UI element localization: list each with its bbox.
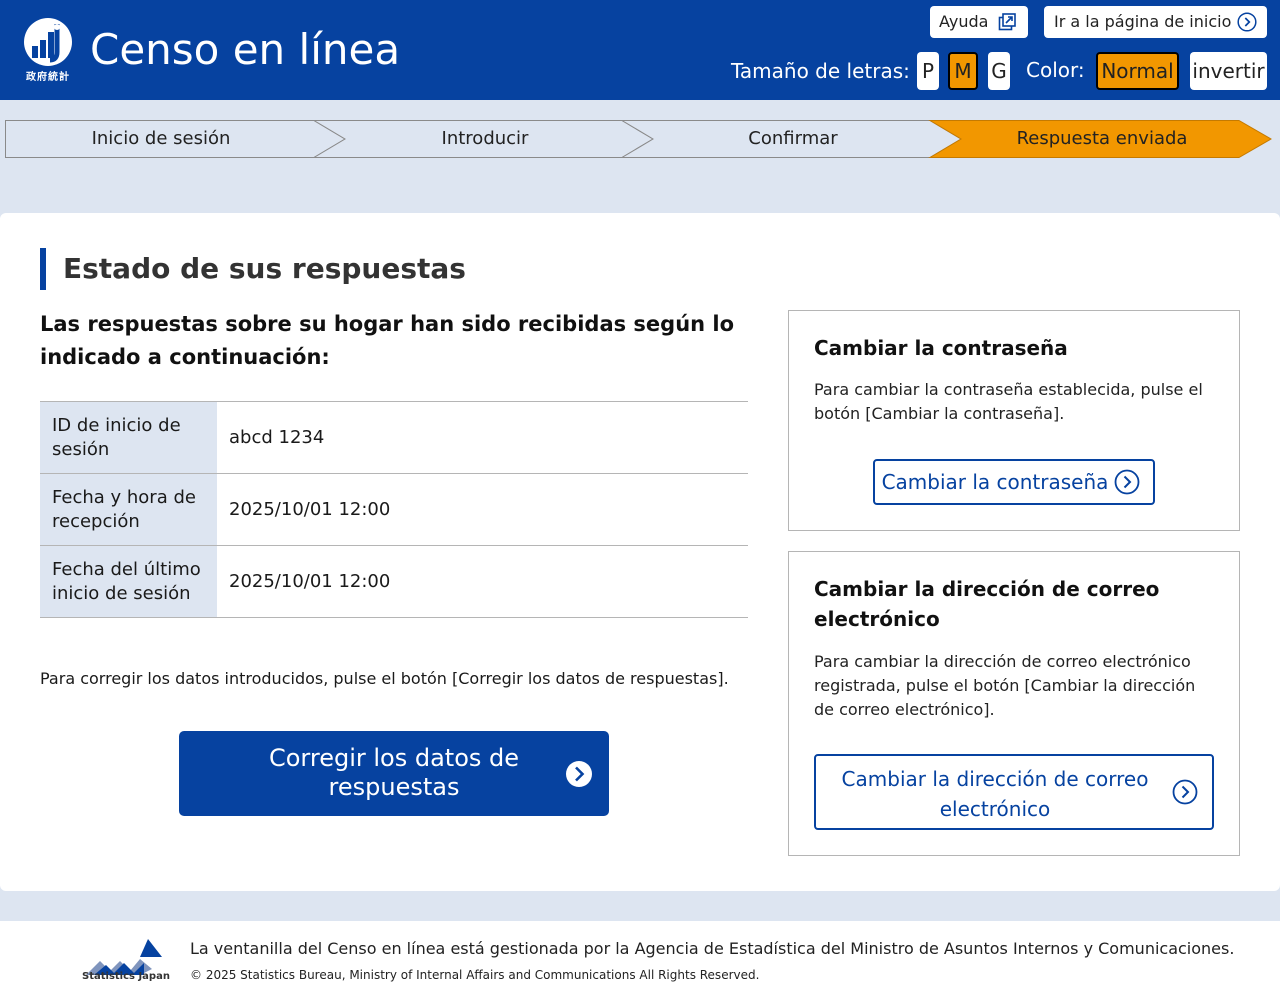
change-email-title: Cambiar la dirección de correo electróni… [814, 577, 1160, 631]
step-login: Inicio de sesión [91, 128, 231, 149]
change-password-text: Para cambiar la contraseña establecida, … [814, 380, 1203, 423]
table-row: Fecha y hora de recepción 2025/10/01 12:… [40, 473, 748, 546]
chevron-circle-right-icon [1114, 469, 1140, 495]
color-label: Color: [1026, 58, 1085, 82]
table-row: Fecha del último inicio de sesión 2025/1… [40, 545, 748, 618]
received-at-value: 2025/10/01 12:00 [229, 499, 391, 520]
site-footer: Statistics Japan La ventanilla del Censo… [0, 921, 1280, 1003]
step-confirm: Confirmar [748, 128, 838, 149]
chevron-circle-right-icon [1172, 779, 1198, 805]
statistics-japan-text: Statistics Japan [82, 971, 170, 982]
help-button[interactable]: Ayuda [930, 6, 1028, 38]
home-page-button[interactable]: Ir a la página de inicio [1044, 6, 1267, 38]
last-login-value: 2025/10/01 12:00 [229, 571, 391, 592]
chevron-circle-right-icon [566, 761, 592, 787]
login-id-value: abcd 1234 [229, 427, 325, 448]
change-email-button[interactable]: Cambiar la dirección de correo electróni… [814, 754, 1214, 830]
logo-icon [24, 18, 72, 66]
font-size-large-button[interactable]: G [988, 52, 1010, 90]
step-sent: Respuesta enviada [1016, 128, 1188, 149]
step-enter: Introducir [441, 128, 529, 149]
change-email-text: Para cambiar la dirección de correo elec… [814, 652, 1196, 719]
site-title: Censo en línea [90, 25, 401, 74]
change-email-panel: Cambiar la dirección de correo electróni… [788, 551, 1240, 856]
fix-answers-button[interactable]: Corregir los datos de respuestas [179, 731, 609, 816]
site-header: 政府統計 Censo en línea Ayuda Ir a la página… [0, 0, 1280, 100]
font-size-small-button[interactable]: P [917, 52, 939, 90]
government-statistics-logo[interactable]: 政府統計 [22, 18, 74, 84]
lead-text: Las respuestas sobre su hogar han sido r… [40, 312, 735, 369]
font-size-label: Tamaño de letras: [731, 59, 910, 83]
color-normal-button[interactable]: Normal [1096, 52, 1179, 90]
fix-note: Para corregir los datos introducidos, pu… [40, 669, 729, 688]
change-password-title: Cambiar la contraseña [814, 336, 1068, 360]
chevron-circle-right-icon [1237, 12, 1257, 32]
change-password-button[interactable]: Cambiar la contraseña [873, 459, 1155, 505]
login-id-label: ID de inicio de sesión [40, 401, 217, 474]
page-title: Estado de sus respuestas [40, 248, 466, 290]
progress-steps: Inicio de sesión Introducir Confirmar Re… [5, 120, 1273, 158]
received-at-label: Fecha y hora de recepción [40, 473, 217, 546]
last-login-label: Fecha del último inicio de sesión [40, 545, 217, 618]
fix-answers-label: Corregir los datos de respuestas [268, 744, 520, 801]
change-password-button-label: Cambiar la contraseña [881, 470, 1109, 494]
font-size-medium-button[interactable]: M [948, 52, 978, 90]
color-invert-button[interactable]: invertir [1190, 52, 1267, 90]
main-content: Estado de sus respuestas Las respuestas … [0, 213, 1280, 891]
footer-operator-text: La ventanilla del Censo en línea está ge… [190, 939, 1235, 958]
change-password-panel: Cambiar la contraseña Para cambiar la co… [788, 310, 1240, 531]
logo-caption: 政府統計 [26, 72, 70, 83]
footer-copyright: © 2025 Statistics Bureau, Ministry of In… [190, 968, 760, 982]
table-row: ID de inicio de sesión abcd 1234 [40, 401, 748, 474]
external-link-icon [998, 13, 1016, 31]
change-email-button-label: Cambiar la dirección de correo electróni… [841, 767, 1149, 821]
response-info-table: ID de inicio de sesión abcd 1234 Fecha y… [40, 401, 748, 618]
home-label: Ir a la página de inicio [1054, 12, 1232, 31]
help-label: Ayuda [939, 12, 989, 31]
